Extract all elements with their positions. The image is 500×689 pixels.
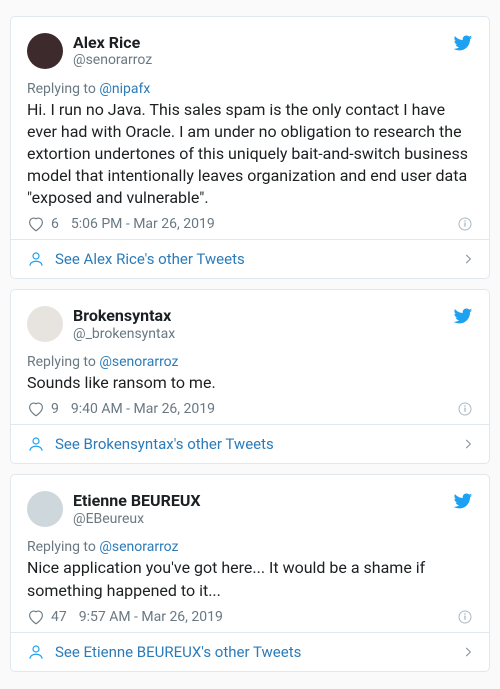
tweet-card: Alex Rice @senorarroz Replying to @nipaf…	[10, 16, 490, 279]
like-count: 47	[51, 609, 67, 625]
person-icon	[27, 435, 45, 453]
replying-prefix: Replying to	[27, 81, 99, 97]
tweet-body: Etienne BEUREUX @EBeureux Replying to @s…	[11, 475, 489, 631]
replying-to: Replying to @senorarroz	[27, 354, 473, 370]
chevron-right-icon	[461, 437, 475, 451]
see-other-tweets-link[interactable]: See Etienne BEUREUX's other Tweets	[11, 632, 489, 671]
replying-to: Replying to @nipafx	[27, 81, 473, 97]
user-names[interactable]: Alex Rice @senorarroz	[73, 33, 152, 69]
replying-prefix: Replying to	[27, 539, 99, 555]
user-names[interactable]: Brokensyntax @_brokensyntax	[73, 306, 175, 342]
avatar[interactable]	[27, 491, 63, 527]
like-button[interactable]: 6	[27, 215, 59, 233]
twitter-logo-icon[interactable]	[453, 306, 473, 326]
tweet-meta: 9 9:40 AM - Mar 26, 2019	[27, 400, 473, 418]
timestamp-link[interactable]: 5:06 PM - Mar 26, 2019	[71, 216, 215, 232]
user-handle: @senorarroz	[73, 52, 152, 69]
heart-icon	[27, 608, 45, 626]
tweet-meta: 47 9:57 AM - Mar 26, 2019	[27, 608, 473, 626]
person-icon	[27, 250, 45, 268]
display-name: Etienne BEUREUX	[73, 491, 201, 510]
person-icon	[27, 643, 45, 661]
chevron-right-icon	[461, 645, 475, 659]
like-count: 9	[51, 401, 59, 417]
tweet-body: Alex Rice @senorarroz Replying to @nipaf…	[11, 17, 489, 239]
info-icon[interactable]	[457, 216, 473, 232]
tweet-meta: 6 5:06 PM - Mar 26, 2019	[27, 215, 473, 233]
like-count: 6	[51, 216, 59, 232]
timestamp-link[interactable]: 9:40 AM - Mar 26, 2019	[71, 401, 215, 417]
info-icon[interactable]	[457, 401, 473, 417]
user-handle: @EBeureux	[73, 511, 201, 528]
tweet-text: Hi. I run no Java. This sales spam is th…	[27, 99, 473, 209]
tweet-header[interactable]: Alex Rice @senorarroz	[27, 33, 473, 69]
chevron-right-icon	[461, 252, 475, 266]
tweet-text: Sounds like ransom to me.	[27, 372, 473, 394]
reply-target-link[interactable]: @senorarroz	[99, 539, 178, 555]
tweet-card: Etienne BEUREUX @EBeureux Replying to @s…	[10, 474, 490, 671]
tweet-text: Nice application you've got here... It w…	[27, 557, 473, 601]
tweet-header[interactable]: Brokensyntax @_brokensyntax	[27, 306, 473, 342]
footer-text: See Alex Rice's other Tweets	[55, 250, 245, 268]
like-button[interactable]: 47	[27, 608, 67, 626]
tweet-header[interactable]: Etienne BEUREUX @EBeureux	[27, 491, 473, 527]
reply-target-link[interactable]: @nipafx	[99, 81, 150, 97]
heart-icon	[27, 400, 45, 418]
twitter-logo-icon[interactable]	[453, 33, 473, 53]
reply-target-link[interactable]: @senorarroz	[99, 354, 178, 370]
display-name: Alex Rice	[73, 33, 152, 52]
see-other-tweets-link[interactable]: See Alex Rice's other Tweets	[11, 239, 489, 278]
tweet-body: Brokensyntax @_brokensyntax Replying to …	[11, 290, 489, 424]
tweet-feed: Alex Rice @senorarroz Replying to @nipaf…	[0, 0, 500, 684]
replying-to: Replying to @senorarroz	[27, 539, 473, 555]
tweet-card: Brokensyntax @_brokensyntax Replying to …	[10, 289, 490, 464]
see-other-tweets-link[interactable]: See Brokensyntax's other Tweets	[11, 424, 489, 463]
display-name: Brokensyntax	[73, 306, 175, 325]
twitter-logo-icon[interactable]	[453, 491, 473, 511]
like-button[interactable]: 9	[27, 400, 59, 418]
heart-icon	[27, 215, 45, 233]
user-handle: @_brokensyntax	[73, 326, 175, 343]
avatar[interactable]	[27, 306, 63, 342]
user-names[interactable]: Etienne BEUREUX @EBeureux	[73, 491, 201, 527]
info-icon[interactable]	[457, 609, 473, 625]
avatar[interactable]	[27, 33, 63, 69]
footer-text: See Etienne BEUREUX's other Tweets	[55, 643, 301, 661]
replying-prefix: Replying to	[27, 354, 99, 370]
timestamp-link[interactable]: 9:57 AM - Mar 26, 2019	[79, 609, 223, 625]
footer-text: See Brokensyntax's other Tweets	[55, 435, 274, 453]
